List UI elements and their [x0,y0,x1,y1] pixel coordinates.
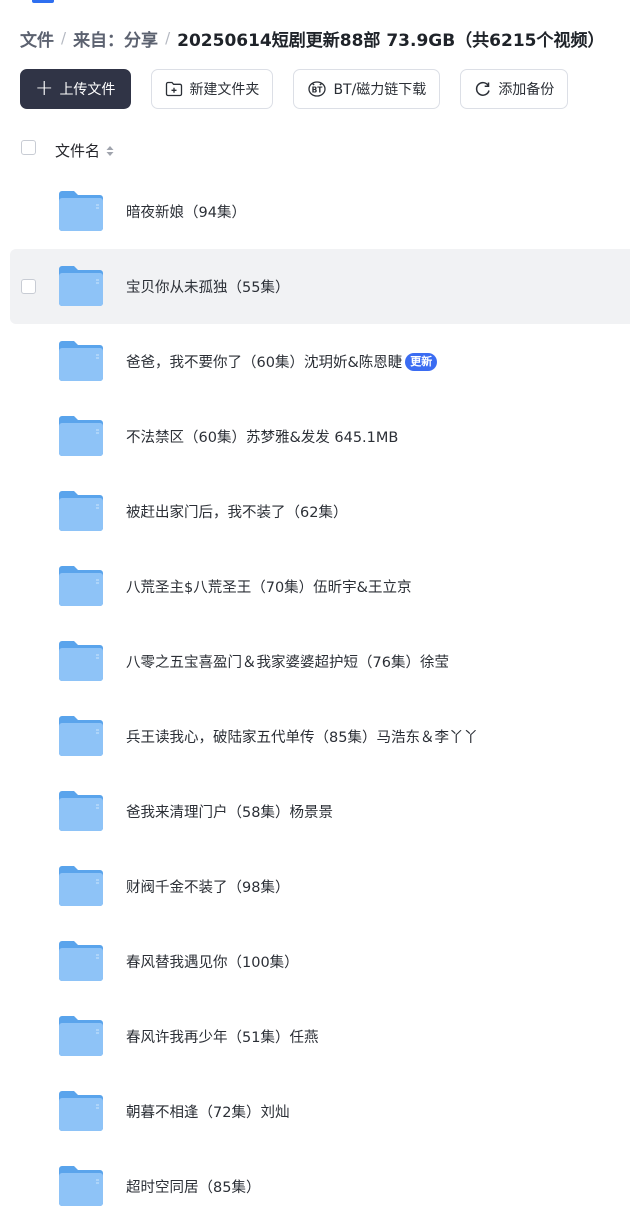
breadcrumb-parent[interactable]: 来自：分享 [73,26,158,51]
file-list-header: 文件名 [0,136,630,164]
update-badge: 更新 [405,352,438,371]
new-folder-button[interactable]: 新建文件夹 [151,69,274,109]
file-row[interactable]: 八零之五宝喜盈门＆我家婆婆超护短（76集）徐莹 [10,624,630,699]
add-backup-button[interactable]: 添加备份 [460,69,569,109]
file-name[interactable]: 宝贝你从未孤独（55集） [126,276,289,297]
file-row[interactable]: 宝贝你从未孤独（55集） [10,249,630,324]
file-list: 暗夜新娘（94集） 宝贝你从未孤独（55集） 爸爸，我不要你了（60集）沈玥妡&… [10,174,630,1224]
breadcrumb-current-folder: 20250614短剧更新88部 73.9GB（共6215个视频） [177,30,605,51]
file-name[interactable]: 超时空同居（85集） [126,1176,260,1197]
active-tab-indicator [32,0,54,3]
file-name[interactable]: 被赶出家门后，我不装了（62集） [126,501,347,522]
file-row[interactable]: 兵王读我心，破陆家五代单传（85集）马浩东＆李丫丫 [10,699,630,774]
folder-add-icon [165,81,183,97]
sync-icon [474,80,492,98]
bt-icon: BT [307,80,327,98]
file-row[interactable]: 超时空同居（85集） [10,1149,630,1224]
folder-icon [59,1091,103,1131]
breadcrumb: 文件 / 来自：分享 / 20250614短剧更新88部 73.9GB（共621… [20,26,605,51]
breadcrumb-separator: / [61,29,67,47]
file-name[interactable]: 八零之五宝喜盈门＆我家婆婆超护短（76集）徐莹 [126,651,449,672]
filename-column-label: 文件名 [55,142,101,160]
folder-icon [59,191,103,231]
folder-icon [59,641,103,681]
folder-icon [59,716,103,756]
bt-magnet-download-button[interactable]: BT BT/磁力链下载 [293,69,441,109]
file-row[interactable]: 爸我来清理门户（58集）杨景景 [10,774,630,849]
folder-icon [59,266,103,306]
folder-icon [59,341,103,381]
bt-magnet-download-label: BT/磁力链下载 [333,82,427,98]
breadcrumb-root[interactable]: 文件 [20,26,54,51]
folder-icon [59,416,103,456]
folder-icon [59,791,103,831]
file-name[interactable]: 八荒圣主$八荒圣王（70集）伍昕宇&王立京 [126,576,411,597]
file-row[interactable]: 朝暮不相逢（72集）刘灿 [10,1074,630,1149]
add-backup-label: 添加备份 [498,82,555,98]
file-row[interactable]: 被赶出家门后，我不装了（62集） [10,474,630,549]
file-row[interactable]: 八荒圣主$八荒圣王（70集）伍昕宇&王立京 [10,549,630,624]
upload-file-label: 上传文件 [59,82,116,98]
file-name[interactable]: 爸爸，我不要你了（60集）沈玥妡&陈恩睫 [126,351,402,372]
file-row[interactable]: 财阀千金不装了（98集） [10,849,630,924]
breadcrumb-separator: / [165,29,171,47]
folder-icon [59,1166,103,1206]
folder-icon [59,866,103,906]
file-name[interactable]: 财阀千金不装了（98集） [126,876,289,897]
toolbar: + 上传文件 新建文件夹 BT BT/磁力链下载 添加备份 [20,69,569,109]
file-name[interactable]: 不法禁区（60集）苏梦雅&发发 645.1MB [126,426,398,447]
file-name[interactable]: 朝暮不相逢（72集）刘灿 [126,1101,289,1122]
folder-icon [59,1016,103,1056]
file-row[interactable]: 春风许我再少年（51集）任燕 [10,999,630,1074]
sort-by-name-header[interactable]: 文件名 [55,140,114,161]
file-name[interactable]: 春风替我遇见你（100集） [126,951,299,972]
folder-icon [59,491,103,531]
row-checkbox[interactable] [21,279,36,294]
file-row[interactable]: 爸爸，我不要你了（60集）沈玥妡&陈恩睫 更新 [10,324,630,399]
plus-icon: + [35,76,54,101]
file-row[interactable]: 春风替我遇见你（100集） [10,924,630,999]
file-row[interactable]: 暗夜新娘（94集） [10,174,630,249]
folder-icon [59,941,103,981]
file-name[interactable]: 爸我来清理门户（58集）杨景景 [126,801,333,822]
svg-text:BT: BT [312,85,324,94]
file-name[interactable]: 春风许我再少年（51集）任燕 [126,1026,318,1047]
select-all-checkbox[interactable] [21,140,36,155]
file-name[interactable]: 暗夜新娘（94集） [126,201,246,222]
upload-file-button[interactable]: + 上传文件 [20,69,132,109]
file-row[interactable]: 不法禁区（60集）苏梦雅&发发 645.1MB [10,399,630,474]
new-folder-label: 新建文件夹 [189,82,260,98]
folder-icon [59,566,103,606]
file-name[interactable]: 兵王读我心，破陆家五代单传（85集）马浩东＆李丫丫 [126,726,478,747]
sort-icon [106,145,114,157]
